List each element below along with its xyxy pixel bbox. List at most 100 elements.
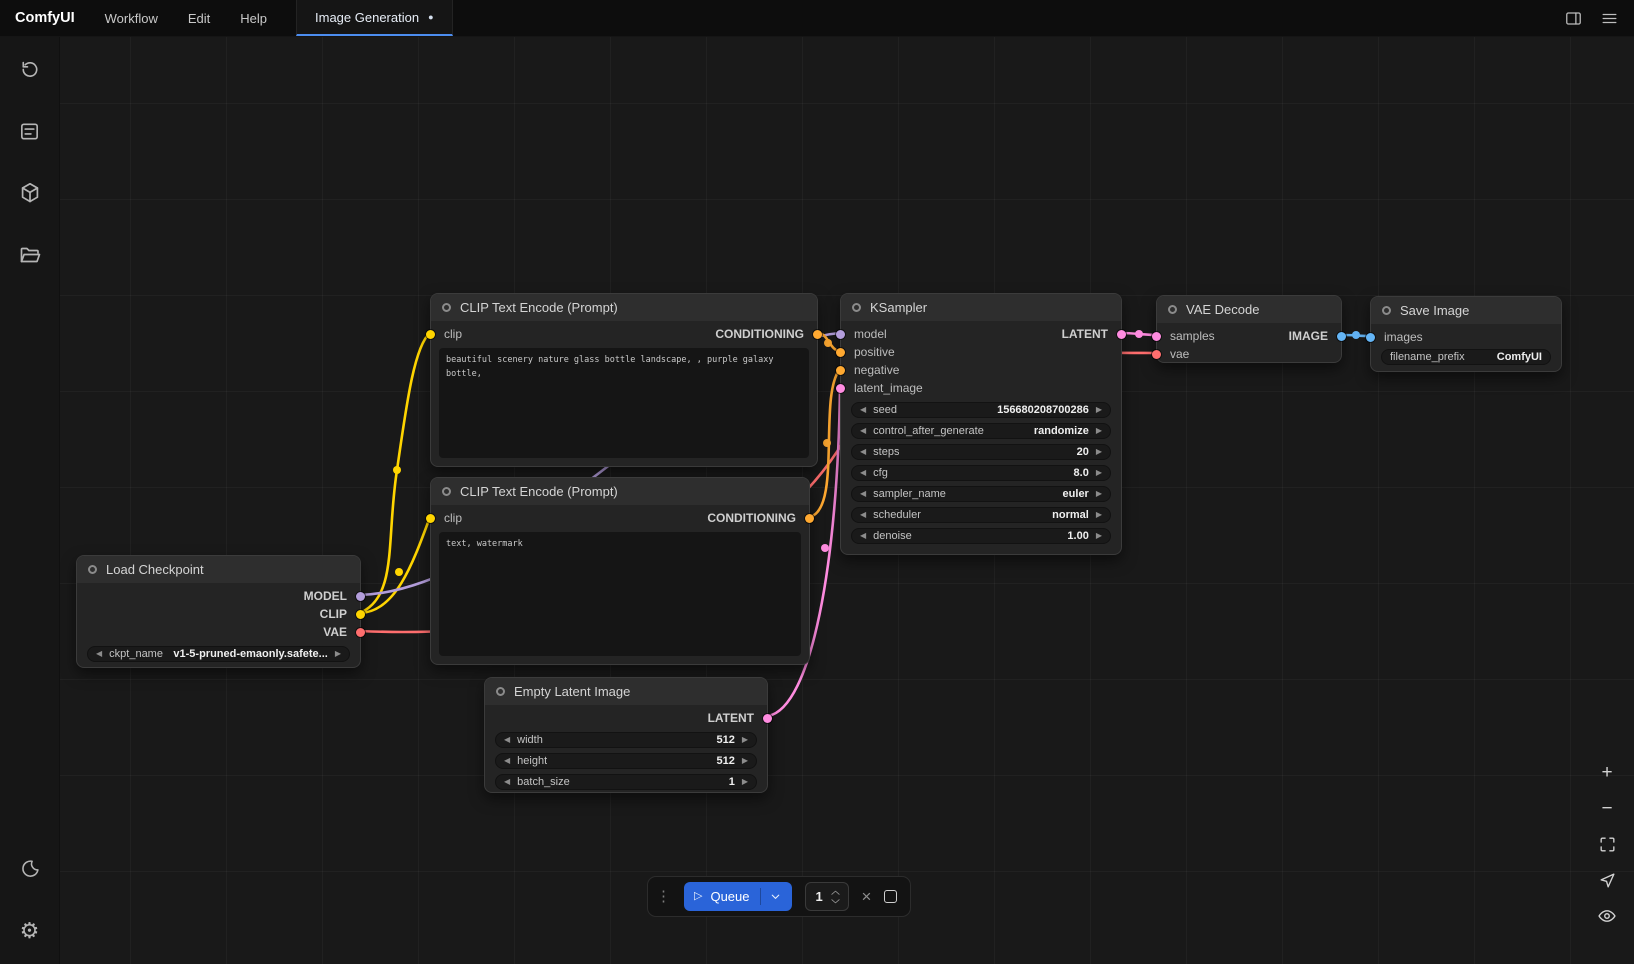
input-slot-positive[interactable] — [836, 348, 845, 357]
tab-image-generation[interactable]: Image Generation ● — [296, 0, 453, 36]
widget-sampler-name[interactable]: ◀ sampler_name euler ▶ — [851, 486, 1111, 502]
collapse-dot-icon[interactable] — [1168, 305, 1177, 314]
collapse-dot-icon[interactable] — [496, 687, 505, 696]
input-slot-latent-image[interactable] — [836, 384, 845, 393]
input-slot-negative[interactable] — [836, 366, 845, 375]
decrement-arrow-icon[interactable]: ◀ — [860, 532, 866, 540]
prompt-text-area[interactable]: text, watermark — [439, 532, 801, 656]
select-mode-button[interactable] — [1594, 868, 1620, 892]
node-vae-decode[interactable]: VAE Decode samples IMAGE vae — [1156, 295, 1342, 363]
widget-scheduler[interactable]: ◀ scheduler normal ▶ — [851, 507, 1111, 523]
node-clip-text-encode-positive[interactable]: CLIP Text Encode (Prompt) clip CONDITION… — [430, 293, 818, 467]
batch-count-input[interactable]: 1 — [805, 882, 849, 911]
decrement-arrow-icon[interactable]: ◀ — [860, 511, 866, 519]
increment-arrow-icon[interactable]: ▶ — [1096, 469, 1102, 477]
menu-help[interactable]: Help — [225, 0, 282, 36]
increment-arrow-icon[interactable]: ▶ — [742, 757, 748, 765]
collapse-dot-icon[interactable] — [442, 303, 451, 312]
increment-arrow-icon[interactable]: ▶ — [335, 650, 341, 658]
output-slot-clip[interactable] — [356, 610, 365, 619]
input-slot-clip[interactable] — [426, 330, 435, 339]
node-header[interactable]: CLIP Text Encode (Prompt) — [431, 478, 809, 505]
collapse-dot-icon[interactable] — [442, 487, 451, 496]
collapse-dot-icon[interactable] — [1382, 306, 1391, 315]
stepper-up-icon[interactable] — [830, 889, 841, 896]
decrement-arrow-icon[interactable]: ◀ — [860, 490, 866, 498]
widget-width[interactable]: ◀ width 512 ▶ — [495, 732, 757, 748]
sidebar-item-model-library[interactable] — [11, 174, 49, 212]
decrement-arrow-icon[interactable]: ◀ — [860, 427, 866, 435]
widget-value: 512 — [716, 755, 734, 767]
output-slot-conditioning[interactable] — [805, 514, 814, 523]
node-header[interactable]: Empty Latent Image — [485, 678, 767, 705]
input-slot-samples[interactable] — [1152, 332, 1161, 341]
node-clip-text-encode-negative[interactable]: CLIP Text Encode (Prompt) clip CONDITION… — [430, 477, 810, 665]
increment-arrow-icon[interactable]: ▶ — [1096, 532, 1102, 540]
decrement-arrow-icon[interactable]: ◀ — [504, 778, 510, 786]
output-slot-latent[interactable] — [763, 714, 772, 723]
widget-label: width — [517, 734, 543, 746]
widget-ckpt-name[interactable]: ◀ ckpt_name v1-5-pruned-emaonly.safete..… — [87, 646, 350, 662]
increment-arrow-icon[interactable]: ▶ — [1096, 511, 1102, 519]
zoom-in-button[interactable]: + — [1594, 760, 1620, 784]
decrement-arrow-icon[interactable]: ◀ — [860, 469, 866, 477]
node-save-image[interactable]: Save Image images filename_prefix ComfyU… — [1370, 296, 1562, 372]
input-slot-images[interactable] — [1366, 333, 1375, 342]
node-header[interactable]: Load Checkpoint — [77, 556, 360, 583]
decrement-arrow-icon[interactable]: ◀ — [860, 406, 866, 414]
settings-button[interactable]: ⚙ — [11, 912, 49, 950]
increment-arrow-icon[interactable]: ▶ — [1096, 406, 1102, 414]
widget-steps[interactable]: ◀ steps 20 ▶ — [851, 444, 1111, 460]
widget-height[interactable]: ◀ height 512 ▶ — [495, 753, 757, 769]
fit-view-button[interactable] — [1594, 832, 1620, 856]
widget-denoise[interactable]: ◀ denoise 1.00 ▶ — [851, 528, 1111, 544]
widget-batch-size[interactable]: ◀ batch_size 1 ▶ — [495, 774, 757, 790]
node-ksampler[interactable]: KSampler model LATENT positive negative … — [840, 293, 1122, 555]
stepper-down-icon[interactable] — [830, 898, 841, 905]
collapse-dot-icon[interactable] — [852, 303, 861, 312]
main-menu-button[interactable] — [1594, 3, 1624, 33]
increment-arrow-icon[interactable]: ▶ — [1096, 448, 1102, 456]
collapse-dot-icon[interactable] — [88, 565, 97, 574]
output-slot-model[interactable] — [356, 592, 365, 601]
decrement-arrow-icon[interactable]: ◀ — [96, 650, 102, 658]
increment-arrow-icon[interactable]: ▶ — [1096, 490, 1102, 498]
toggle-panel-button[interactable] — [1558, 3, 1588, 33]
sidebar-item-queue-history[interactable] — [11, 50, 49, 88]
node-header[interactable]: Save Image — [1371, 297, 1561, 324]
increment-arrow-icon[interactable]: ▶ — [1096, 427, 1102, 435]
widget-control-after-generate[interactable]: ◀ control_after_generate randomize ▶ — [851, 423, 1111, 439]
node-load-checkpoint[interactable]: Load Checkpoint MODEL CLIP VAE ◀ ckpt_na… — [76, 555, 361, 668]
node-header[interactable]: VAE Decode — [1157, 296, 1341, 323]
widget-filename-prefix[interactable]: filename_prefix ComfyUI — [1381, 349, 1551, 365]
clear-queue-button[interactable]: × — [862, 888, 872, 905]
decrement-arrow-icon[interactable]: ◀ — [504, 736, 510, 744]
menu-workflow[interactable]: Workflow — [90, 0, 173, 36]
queue-button[interactable]: ▷ Queue — [684, 882, 792, 911]
node-header[interactable]: CLIP Text Encode (Prompt) — [431, 294, 817, 321]
input-slot-clip[interactable] — [426, 514, 435, 523]
widget-seed[interactable]: ◀ seed 156680208700286 ▶ — [851, 402, 1111, 418]
output-slot-conditioning[interactable] — [813, 330, 822, 339]
sidebar-item-node-library[interactable] — [11, 112, 49, 150]
zoom-out-button[interactable]: − — [1594, 796, 1620, 820]
input-slot-vae[interactable] — [1152, 350, 1161, 359]
node-empty-latent-image[interactable]: Empty Latent Image LATENT ◀ width 512 ▶ … — [484, 677, 768, 793]
sidebar-item-workflows[interactable] — [11, 236, 49, 274]
prompt-text-area[interactable]: beautiful scenery nature glass bottle la… — [439, 348, 809, 458]
increment-arrow-icon[interactable]: ▶ — [742, 736, 748, 744]
output-slot-vae[interactable] — [356, 628, 365, 637]
decrement-arrow-icon[interactable]: ◀ — [504, 757, 510, 765]
increment-arrow-icon[interactable]: ▶ — [742, 778, 748, 786]
widget-cfg[interactable]: ◀ cfg 8.0 ▶ — [851, 465, 1111, 481]
stop-icon[interactable] — [884, 890, 897, 903]
input-slot-model[interactable] — [836, 330, 845, 339]
output-slot-latent[interactable] — [1117, 330, 1126, 339]
theme-toggle-button[interactable] — [11, 850, 49, 888]
drag-handle-icon[interactable]: ⋮ — [656, 889, 671, 904]
decrement-arrow-icon[interactable]: ◀ — [860, 448, 866, 456]
toggle-visibility-button[interactable] — [1594, 904, 1620, 928]
menu-edit[interactable]: Edit — [173, 0, 225, 36]
output-slot-image[interactable] — [1337, 332, 1346, 341]
node-header[interactable]: KSampler — [841, 294, 1121, 321]
